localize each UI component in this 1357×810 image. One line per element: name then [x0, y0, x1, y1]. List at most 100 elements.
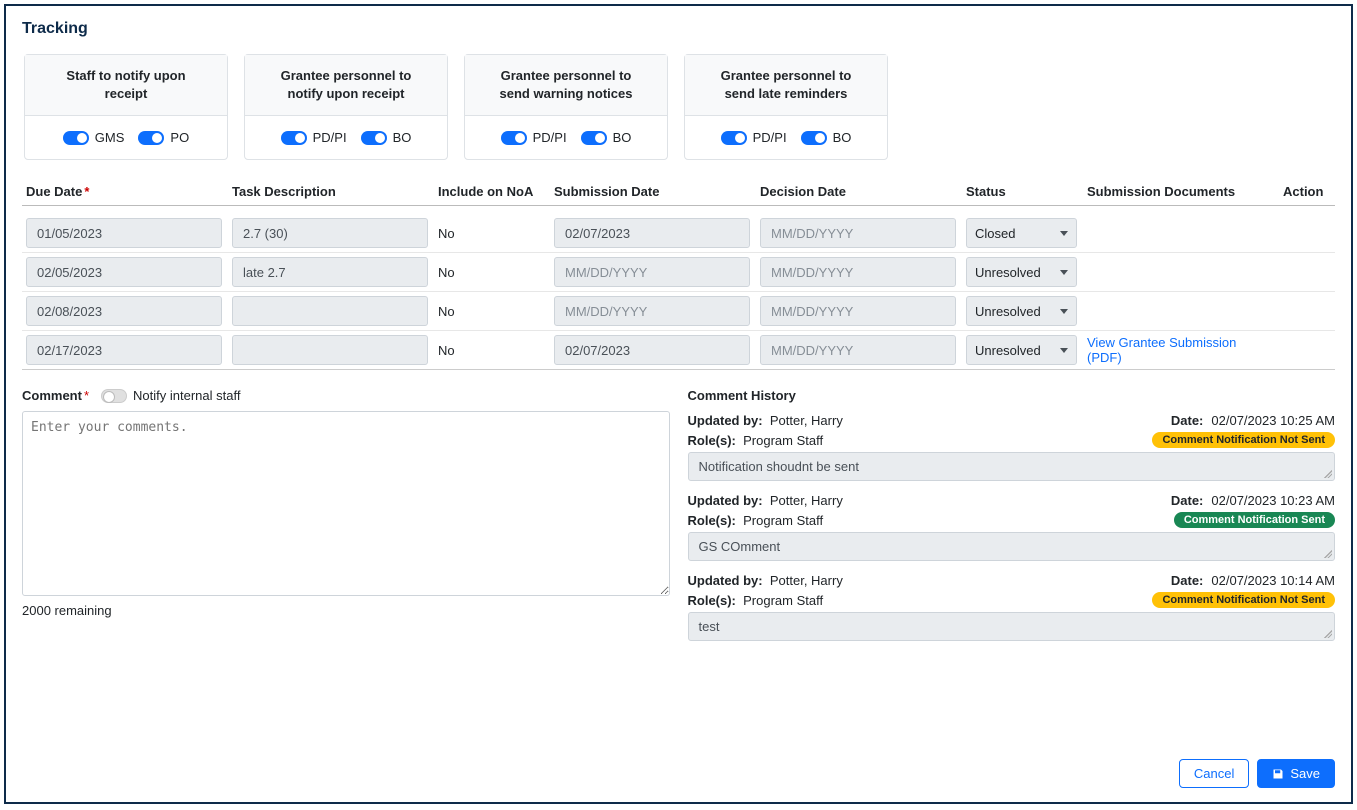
- submission-date-input[interactable]: [554, 218, 750, 248]
- tracking-panel: Tracking Staff to notify upon receiptGMS…: [4, 4, 1353, 804]
- toggle-group: PD/PI: [281, 130, 347, 145]
- col-decision-date: Decision Date: [756, 184, 956, 199]
- card-title: Grantee personnel to send warning notice…: [465, 55, 667, 116]
- notify-toggle[interactable]: [101, 389, 127, 403]
- due-date-input[interactable]: [26, 296, 222, 326]
- toggle-group: PO: [138, 130, 189, 145]
- decision-date-input[interactable]: [760, 296, 956, 326]
- due-date-input[interactable]: [26, 218, 222, 248]
- toggle-group: BO: [361, 130, 412, 145]
- comment-history-title: Comment History: [688, 388, 1336, 403]
- history-entry: Updated by: Potter, HarryDate: 02/07/202…: [688, 413, 1336, 481]
- due-date-input[interactable]: [26, 335, 222, 365]
- toggle-label: GMS: [95, 130, 125, 145]
- toggle-label: PD/PI: [313, 130, 347, 145]
- footer-actions: Cancel Save: [1179, 759, 1335, 788]
- lower-section: Comment* Notify internal staff 2000 rema…: [22, 388, 1335, 653]
- include-noa-value: No: [434, 226, 544, 241]
- toggle-switch[interactable]: [361, 131, 387, 145]
- notification-card: Grantee personnel to send warning notice…: [464, 54, 668, 160]
- page-title: Tracking: [22, 20, 1335, 38]
- table-row: NoUnresolved: [22, 292, 1335, 331]
- include-noa-value: No: [434, 265, 544, 280]
- comment-history-column: Comment History Updated by: Potter, Harr…: [688, 388, 1336, 653]
- decision-date-input[interactable]: [760, 218, 956, 248]
- notification-card: Grantee personnel to notify upon receipt…: [244, 54, 448, 160]
- toggle-switch[interactable]: [281, 131, 307, 145]
- col-task-description: Task Description: [228, 184, 428, 199]
- save-button-label: Save: [1290, 766, 1320, 781]
- toggle-switch[interactable]: [581, 131, 607, 145]
- history-comment-text: Notification shoudnt be sent: [688, 452, 1336, 481]
- table-row: No Closed: [22, 214, 1335, 253]
- chevron-down-icon: [1060, 309, 1068, 314]
- history-date: Date: 02/07/2023 10:14 AM: [1171, 573, 1335, 588]
- table-row: No Unresolved: [22, 253, 1335, 292]
- history-entry: Updated by: Potter, HarryDate: 02/07/202…: [688, 573, 1336, 641]
- table-body: NoClosedNoUnresolvedNoUnresolvedNoUnreso…: [22, 214, 1335, 370]
- status-select[interactable]: Closed: [966, 218, 1077, 248]
- decision-date-input[interactable]: [760, 257, 956, 287]
- status-select[interactable]: Unresolved: [966, 257, 1077, 287]
- status-value: Unresolved: [975, 343, 1041, 358]
- status-select[interactable]: Unresolved: [966, 335, 1077, 365]
- toggle-switch[interactable]: [138, 131, 164, 145]
- chevron-down-icon: [1060, 348, 1068, 353]
- history-roles: Role(s): Program Staff: [688, 513, 824, 528]
- comment-history-list: Updated by: Potter, Harry Date: 02/07/202…: [688, 413, 1336, 641]
- comment-label-row: Comment* Notify internal staff: [22, 388, 670, 403]
- decision-date-input[interactable]: [760, 335, 956, 365]
- status-select[interactable]: Unresolved: [966, 296, 1077, 326]
- toggle-label: BO: [393, 130, 412, 145]
- task-description-input[interactable]: [232, 296, 428, 326]
- include-noa-value: No: [434, 343, 544, 358]
- notification-badge: Comment Notification Not Sent: [1152, 432, 1335, 448]
- toggle-switch[interactable]: [501, 131, 527, 145]
- task-description-input[interactable]: [232, 218, 428, 248]
- task-description-input[interactable]: [232, 335, 428, 365]
- card-title: Staff to notify upon receipt: [25, 55, 227, 116]
- notification-card: Staff to notify upon receipt GMS PO: [24, 54, 228, 160]
- submission-docs-cell: View Grantee Submission (PDF): [1083, 335, 1273, 365]
- status-value: Closed: [975, 226, 1015, 241]
- toggle-switch[interactable]: [801, 131, 827, 145]
- due-date-input[interactable]: [26, 257, 222, 287]
- col-due-date: Due Date*: [22, 184, 222, 199]
- notification-card: Grantee personnel to send late reminders…: [684, 54, 888, 160]
- toggle-switch[interactable]: [63, 131, 89, 145]
- card-body: PD/PI BO: [245, 116, 447, 159]
- task-description-input[interactable]: [232, 257, 428, 287]
- submission-date-input[interactable]: [554, 335, 750, 365]
- submission-date-input[interactable]: [554, 296, 750, 326]
- history-roles: Role(s): Program Staff: [688, 433, 824, 448]
- history-updated-by: Updated by: Potter, Harry: [688, 493, 843, 508]
- col-submission-date: Submission Date: [550, 184, 750, 199]
- history-entry: Updated by: Potter, Harry Date: 02/07/202…: [688, 493, 1336, 561]
- required-indicator: *: [84, 184, 89, 199]
- submission-date-input[interactable]: [554, 257, 750, 287]
- col-status: Status: [962, 184, 1077, 199]
- view-submission-link[interactable]: View Grantee Submission (PDF): [1087, 335, 1236, 365]
- card-title: Grantee personnel to notify upon receipt: [245, 55, 447, 116]
- history-date: Date: 02/07/2023 10:23 AM: [1171, 493, 1335, 508]
- history-comment-text: GS COmment: [688, 532, 1336, 561]
- notification-badge: Comment Notification Not Sent: [1152, 592, 1335, 608]
- char-remaining: 2000 remaining: [22, 603, 670, 618]
- toggle-label: BO: [613, 130, 632, 145]
- cancel-button[interactable]: Cancel: [1179, 759, 1249, 788]
- toggle-label: BO: [833, 130, 852, 145]
- notify-internal-staff: Notify internal staff: [101, 388, 240, 403]
- save-icon: [1272, 768, 1284, 780]
- toggle-group: PD/PI: [501, 130, 567, 145]
- comment-textarea[interactable]: [22, 411, 670, 596]
- toggle-switch[interactable]: [721, 131, 747, 145]
- toggle-group: GMS: [63, 130, 125, 145]
- notify-label: Notify internal staff: [133, 388, 240, 403]
- card-body: GMS PO: [25, 116, 227, 159]
- status-value: Unresolved: [975, 265, 1041, 280]
- save-button[interactable]: Save: [1257, 759, 1335, 788]
- card-body: PD/PI BO: [465, 116, 667, 159]
- table-header: Due Date* Task Description Include on No…: [22, 178, 1335, 206]
- table-row: No Unresolved View Grantee Submission (PDF…: [22, 331, 1335, 370]
- chevron-down-icon: [1060, 231, 1068, 236]
